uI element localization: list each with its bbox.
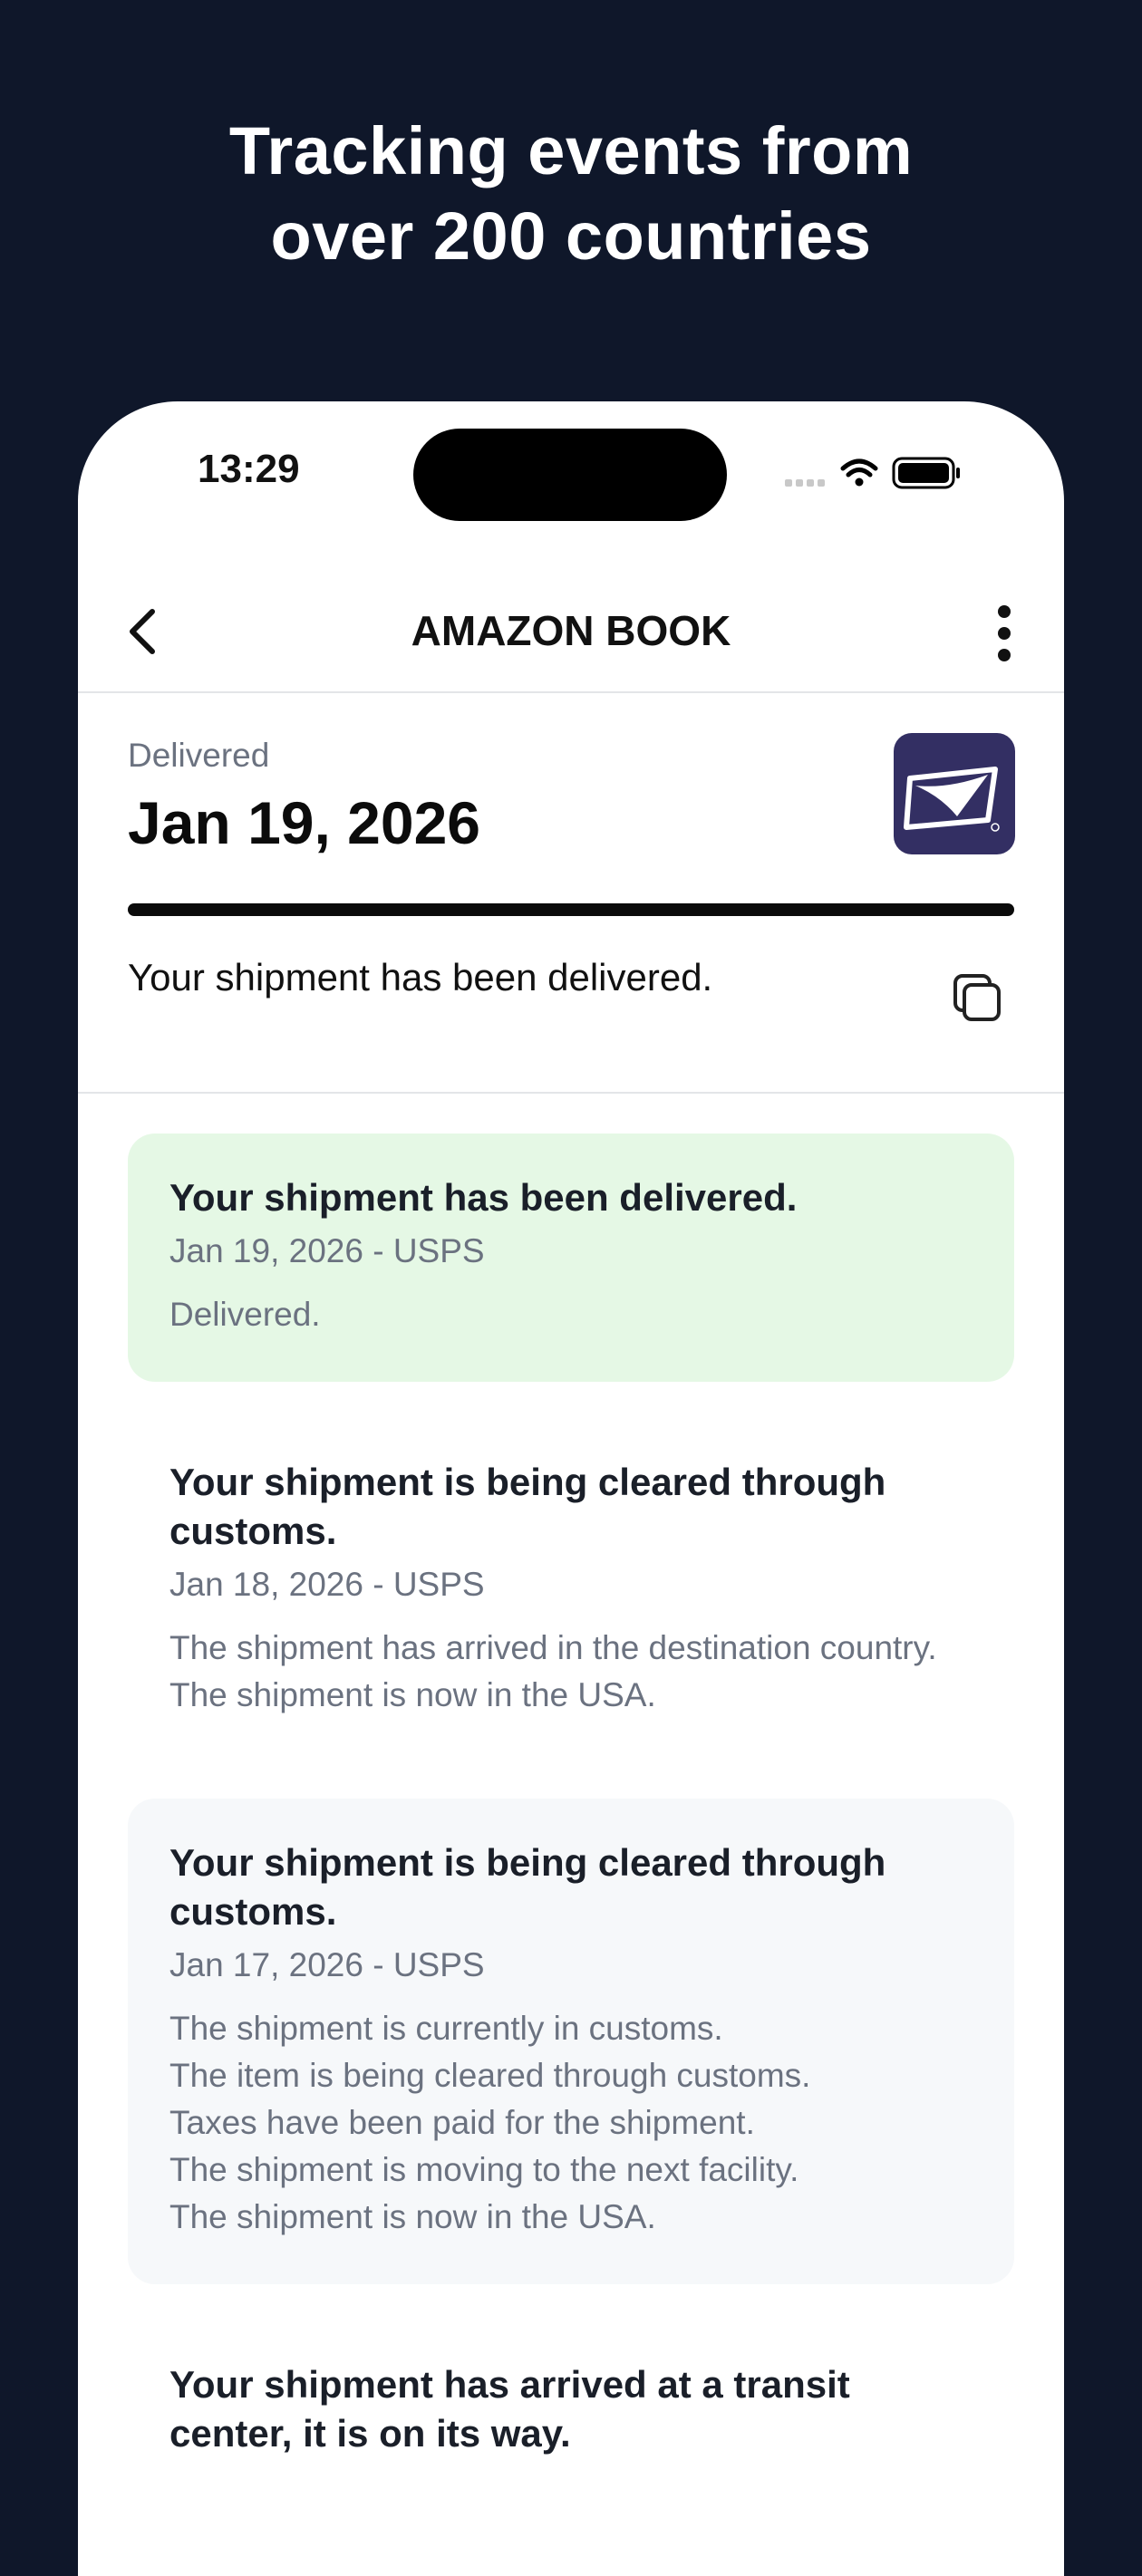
more-menu-icon[interactable] — [977, 597, 1031, 670]
event-description-line: The shipment is moving to the next facil… — [169, 2151, 799, 2188]
tracking-event-card[interactable]: Your shipment is being cleared through c… — [128, 1418, 1014, 1762]
phone-screen: 13:29 AMAZON BOOK Delivered Jan 19, 2026… — [78, 401, 1064, 2576]
headline: Tracking events from over 200 countries — [0, 109, 1142, 279]
headline-line-2: over 200 countries — [270, 198, 872, 274]
page-title: AMAZON BOOK — [411, 607, 731, 654]
delivery-date: Jan 19, 2026 — [128, 789, 480, 856]
event-date-carrier: Jan 19, 2026 - USPS — [169, 1232, 485, 1269]
status-label: Delivered — [128, 737, 270, 774]
event-description-line: The shipment is now in the USA. — [169, 2198, 656, 2235]
nav-bar: AMAZON BOOK — [78, 574, 1064, 693]
signal-icon — [785, 479, 825, 487]
event-title: Your shipment is being cleared through c… — [169, 1461, 886, 1552]
tracking-events-list: Your shipment has been delivered. Jan 19… — [128, 1134, 1014, 2538]
tracking-event-card[interactable]: Your shipment has been delivered. Jan 19… — [128, 1134, 1014, 1382]
wifi-icon — [840, 458, 878, 478]
summary-status-text: Your shipment has been delivered. — [128, 956, 713, 999]
event-description-line: The shipment has arrived in the destinat… — [169, 1629, 937, 1666]
event-description: Delivered. — [169, 1291, 973, 1338]
event-description-line: Taxes have been paid for the shipment. — [169, 2104, 755, 2141]
headline-line-1: Tracking events from — [228, 113, 914, 188]
event-title: Your shipment has been delivered. — [169, 1176, 798, 1219]
event-description-line: Delivered. — [169, 1296, 321, 1333]
event-description-line: The item is being cleared through custom… — [169, 2057, 811, 2094]
copy-icon[interactable] — [950, 972, 1004, 1027]
shipment-summary: Delivered Jan 19, 2026 Your shipment has… — [78, 693, 1064, 1094]
event-date-carrier: Jan 17, 2026 - USPS — [169, 1946, 485, 1983]
event-title: Your shipment is being cleared through c… — [169, 1841, 886, 1933]
status-time: 13:29 — [198, 447, 300, 491]
event-description: The shipment has arrived in the destinat… — [169, 1625, 973, 1719]
event-description: The shipment is currently in customs. Th… — [169, 2005, 973, 2241]
usps-logo-icon — [894, 733, 1015, 854]
tracking-event-card[interactable]: Your shipment is being cleared through c… — [128, 1799, 1014, 2284]
event-date-carrier: Jan 18, 2026 - USPS — [169, 1566, 485, 1603]
status-icons — [785, 457, 960, 489]
dynamic-island — [413, 429, 727, 521]
event-description-line: The shipment is currently in customs. — [169, 2010, 723, 2047]
delivery-progress-bar — [128, 903, 1014, 916]
event-title: Your shipment has arrived at a transit c… — [169, 2363, 850, 2455]
event-description-line: The shipment is now in the USA. — [169, 1676, 656, 1713]
tracking-event-card[interactable]: Your shipment has arrived at a transit c… — [128, 2320, 1014, 2502]
battery-icon — [892, 457, 960, 489]
